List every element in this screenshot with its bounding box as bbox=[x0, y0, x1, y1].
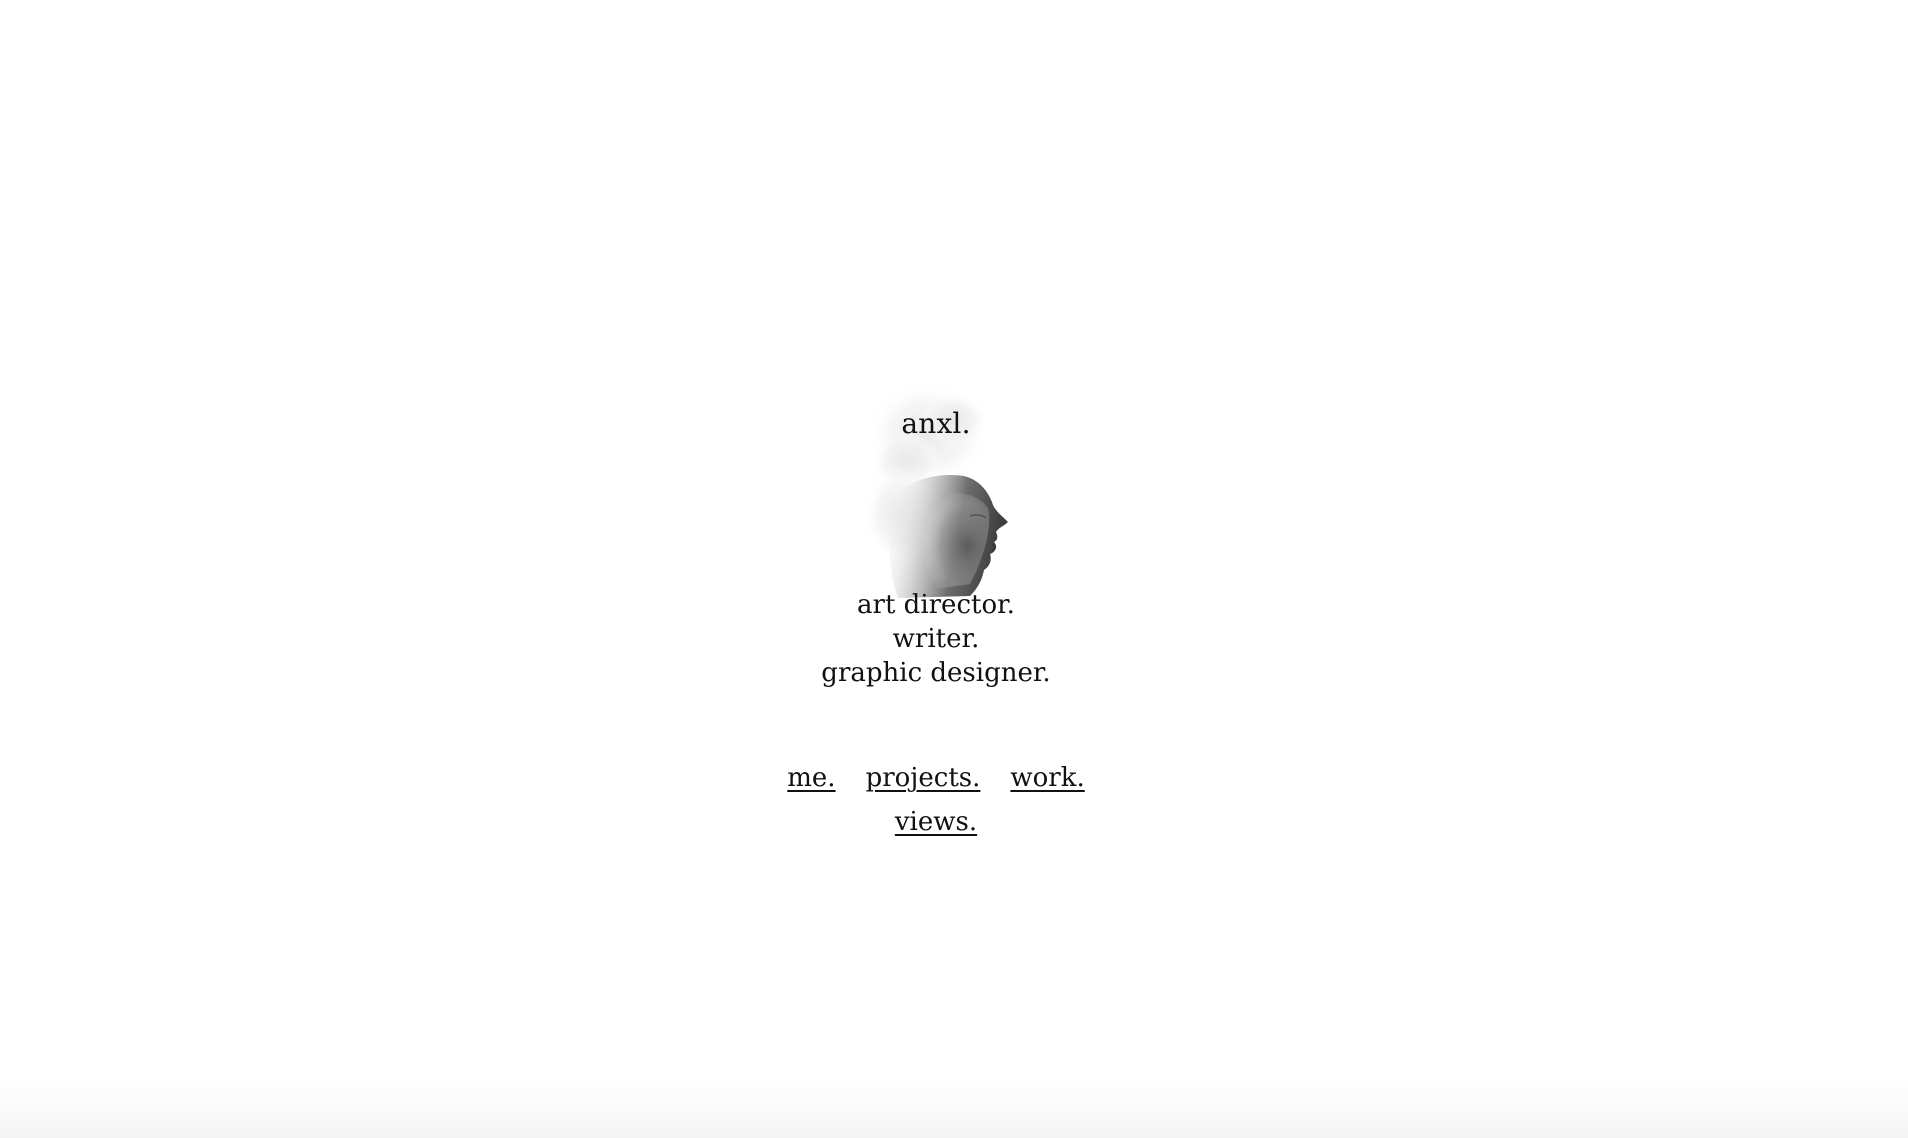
nav-row-primary: me. projects. work. bbox=[0, 761, 1872, 795]
landing-page: anxl. art director. writer. graphic desi… bbox=[0, 0, 1908, 1138]
role-art-director: art director. bbox=[857, 590, 1015, 620]
roles-list: art director. writer. graphic designer. bbox=[0, 588, 1872, 690]
nav-link-work[interactable]: work. bbox=[1010, 761, 1084, 795]
nav-row-secondary: views. bbox=[0, 805, 1872, 839]
nav-link-views[interactable]: views. bbox=[895, 805, 977, 839]
main-navigation: me. projects. work. views. bbox=[0, 761, 1872, 839]
role-writer: writer. bbox=[892, 624, 980, 654]
role-graphic-designer: graphic designer. bbox=[821, 658, 1051, 688]
nav-link-projects[interactable]: projects. bbox=[866, 761, 981, 795]
nav-link-me[interactable]: me. bbox=[787, 761, 835, 795]
site-title: anxl. bbox=[901, 407, 971, 440]
bottom-shadow bbox=[0, 1078, 1908, 1138]
